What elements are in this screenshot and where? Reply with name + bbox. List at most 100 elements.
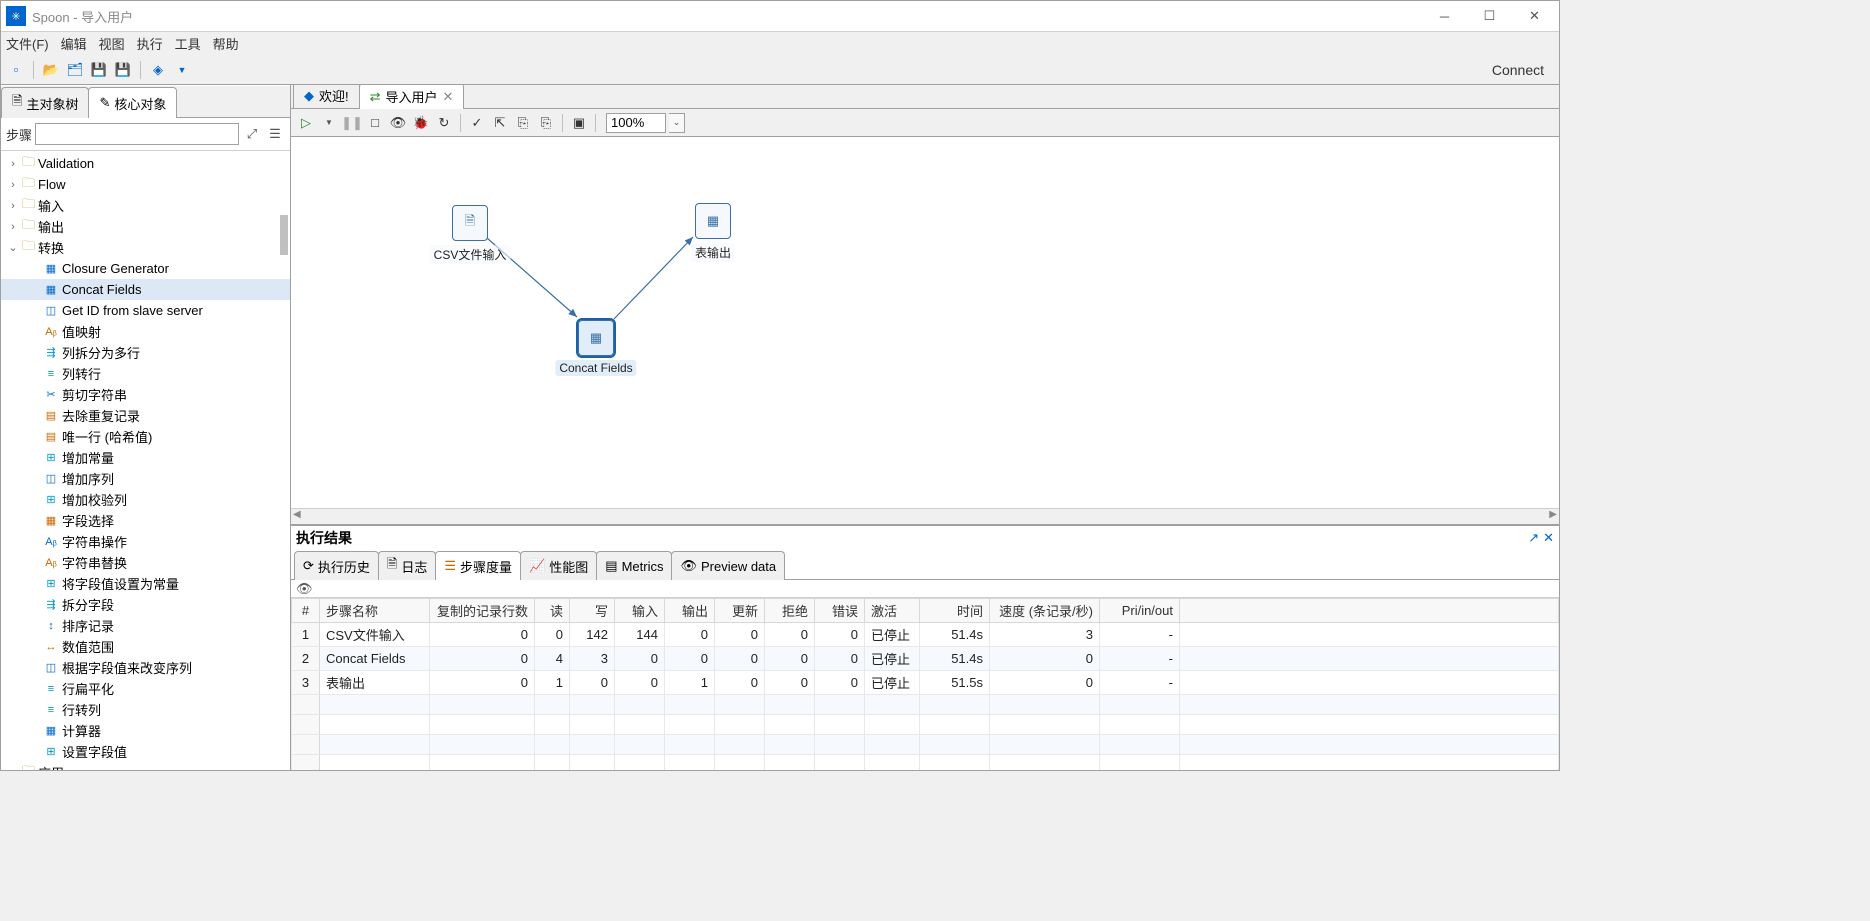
pause-icon[interactable]: ❚❚	[342, 113, 362, 133]
tree-input[interactable]: ›🗀输入	[1, 195, 290, 216]
impact-icon[interactable]: ⇱	[490, 113, 510, 133]
steps-tree[interactable]: ›🗀Validation ›🗀Flow ›🗀输入 ›🗀输出 ⌄🗀转换 ▦Clos…	[1, 151, 290, 770]
zoom-dropdown-icon[interactable]: ⌄	[669, 113, 685, 133]
tree-unique-rows[interactable]: ▤去除重复记录	[1, 405, 290, 426]
node-table-output[interactable]: ▦	[695, 203, 731, 239]
zoom-input[interactable]: 100%	[606, 113, 666, 133]
tree-value-mapper[interactable]: Aᵦ值映射	[1, 321, 290, 342]
close-tab-icon[interactable]: ✕	[443, 89, 454, 105]
tab-log[interactable]: 🗎日志	[378, 551, 436, 580]
tree-select-values[interactable]: ▦字段选择	[1, 510, 290, 531]
maximize-button[interactable]: ☐	[1467, 2, 1512, 31]
tab-core-objects[interactable]: ✎ 核心对象	[88, 87, 177, 118]
replay-icon[interactable]: ↻	[434, 113, 454, 133]
perspective-icon[interactable]: ◈	[148, 60, 168, 80]
tree-get-id[interactable]: ◫Get ID from slave server	[1, 300, 290, 321]
metrics-grid[interactable]: # 步骤名称 复制的记录行数 读 写 输入 输出 更新 拒绝 错误 激活 时间	[291, 598, 1559, 770]
run-icon[interactable]: ▷	[296, 113, 316, 133]
col-update[interactable]: 更新	[715, 599, 765, 623]
col-output[interactable]: 输出	[665, 599, 715, 623]
tree-row-denorm[interactable]: ≡行转列	[1, 699, 290, 720]
tree-calculator[interactable]: ▦计算器	[1, 720, 290, 741]
menu-edit[interactable]: 编辑	[61, 34, 87, 53]
tree-set-constant[interactable]: ⊞将字段值设置为常量	[1, 573, 290, 594]
tree-flow[interactable]: ›🗀Flow	[1, 174, 290, 195]
col-rownum[interactable]: #	[292, 599, 320, 623]
tree-output[interactable]: ›🗀输出	[1, 216, 290, 237]
node-csv-input[interactable]: 🗎	[452, 205, 488, 241]
explore-icon[interactable]: 🗂	[65, 60, 85, 80]
verify-icon[interactable]: ✓	[467, 113, 487, 133]
col-time[interactable]: 时间	[920, 599, 990, 623]
explore-db-icon[interactable]: ⎘	[536, 113, 556, 133]
tree-split-fields[interactable]: ⇶拆分字段	[1, 594, 290, 615]
col-read[interactable]: 读	[535, 599, 570, 623]
menu-run[interactable]: 执行	[137, 34, 163, 53]
tree-add-sequence[interactable]: ◫增加序列	[1, 468, 290, 489]
tree-change-seq[interactable]: ◫根据字段值来改变序列	[1, 657, 290, 678]
table-row[interactable]: 2Concat Fields04300000已停止51.4s0-	[292, 647, 1559, 671]
tree-transform[interactable]: ⌄🗀转换	[1, 237, 290, 258]
node-concat-fields[interactable]: ▦	[578, 320, 614, 356]
tree-string-ops[interactable]: Aᵦ字符串操作	[1, 531, 290, 552]
connect-button[interactable]: Connect	[1482, 62, 1554, 78]
tab-preview-data[interactable]: 👁Preview data	[671, 551, 785, 580]
minimize-button[interactable]: ─	[1422, 2, 1467, 31]
tree-unique-hash[interactable]: ▤唯一行 (哈希值)	[1, 426, 290, 447]
menu-tools[interactable]: 工具	[175, 34, 201, 53]
open-icon[interactable]: 📂	[41, 60, 61, 80]
table-row[interactable]: 3表输出01001000已停止51.5s0-	[292, 671, 1559, 695]
tab-import-users[interactable]: ⇄ 导入用户 ✕	[359, 85, 465, 109]
new-icon[interactable]: ▫	[6, 60, 26, 80]
tree-validation[interactable]: ›🗀Validation	[1, 153, 290, 174]
tree-row-normaliser[interactable]: ≡列转行	[1, 363, 290, 384]
eye-icon[interactable]: 👁	[296, 581, 313, 597]
tree-closure-generator[interactable]: ▦Closure Generator	[1, 258, 290, 279]
col-copy[interactable]: 复制的记录行数	[430, 599, 535, 623]
tree-replace-string[interactable]: Aᵦ字符串替换	[1, 552, 290, 573]
tab-exec-history[interactable]: ⟳执行历史	[294, 551, 379, 580]
run-options-icon[interactable]: ▼	[319, 113, 339, 133]
save-icon[interactable]: 💾	[89, 60, 109, 80]
dropdown-icon[interactable]: ▼	[172, 60, 192, 80]
tree-set-field[interactable]: ⊞设置字段值	[1, 741, 290, 762]
tree-number-range[interactable]: ↔数值范围	[1, 636, 290, 657]
menu-help[interactable]: 帮助	[213, 34, 239, 53]
tab-main-tree[interactable]: 🗎 主对象树	[1, 87, 89, 118]
debug-icon[interactable]: 🐞	[411, 113, 431, 133]
tree-concat-fields[interactable]: ▦Concat Fields	[1, 279, 290, 300]
tree-split-rows[interactable]: ⇶列拆分为多行	[1, 342, 290, 363]
close-results-icon[interactable]: ✕	[1543, 530, 1554, 546]
tab-welcome[interactable]: ◆ 欢迎!	[293, 85, 360, 108]
menu-file[interactable]: 文件(F)	[6, 34, 49, 53]
col-stepname[interactable]: 步骤名称	[320, 599, 430, 623]
col-pri[interactable]: Pri/in/out	[1100, 599, 1180, 623]
sql-icon[interactable]: ⎘	[513, 113, 533, 133]
tree-add-constants[interactable]: ⊞增加常量	[1, 447, 290, 468]
tree-scrollbar[interactable]	[280, 153, 288, 768]
tree-app[interactable]: ›🗀应用	[1, 762, 290, 770]
collapse-icon[interactable]: ☰	[265, 124, 285, 144]
show-results-icon[interactable]: ▣	[569, 113, 589, 133]
popout-icon[interactable]: ↗	[1528, 530, 1539, 546]
tree-add-checksum[interactable]: ⊞增加校验列	[1, 489, 290, 510]
table-row[interactable]: 1CSV文件输入001421440000已停止51.4s3-	[292, 623, 1559, 647]
col-error[interactable]: 错误	[815, 599, 865, 623]
saveas-icon[interactable]: 💾	[113, 60, 133, 80]
col-active[interactable]: 激活	[865, 599, 920, 623]
col-reject[interactable]: 拒绝	[765, 599, 815, 623]
tree-sort-rows[interactable]: ↕排序记录	[1, 615, 290, 636]
tab-perf-graph[interactable]: 📈性能图	[520, 551, 597, 580]
stop-icon[interactable]: □	[365, 113, 385, 133]
menu-view[interactable]: 视图	[99, 34, 125, 53]
canvas[interactable]: 🗎 CSV文件输入 ▦ Concat Fields ▦ 表输出	[291, 137, 1559, 525]
search-input[interactable]	[35, 123, 239, 145]
tree-flatten[interactable]: ≡行扁平化	[1, 678, 290, 699]
col-input[interactable]: 输入	[615, 599, 665, 623]
preview-icon[interactable]: 👁	[388, 113, 408, 133]
close-button[interactable]: ✕	[1512, 2, 1557, 31]
col-speed[interactable]: 速度 (条记录/秒)	[990, 599, 1100, 623]
col-write[interactable]: 写	[570, 599, 615, 623]
expand-icon[interactable]: ⤢	[242, 124, 262, 144]
canvas-h-scrollbar[interactable]	[291, 508, 1559, 524]
